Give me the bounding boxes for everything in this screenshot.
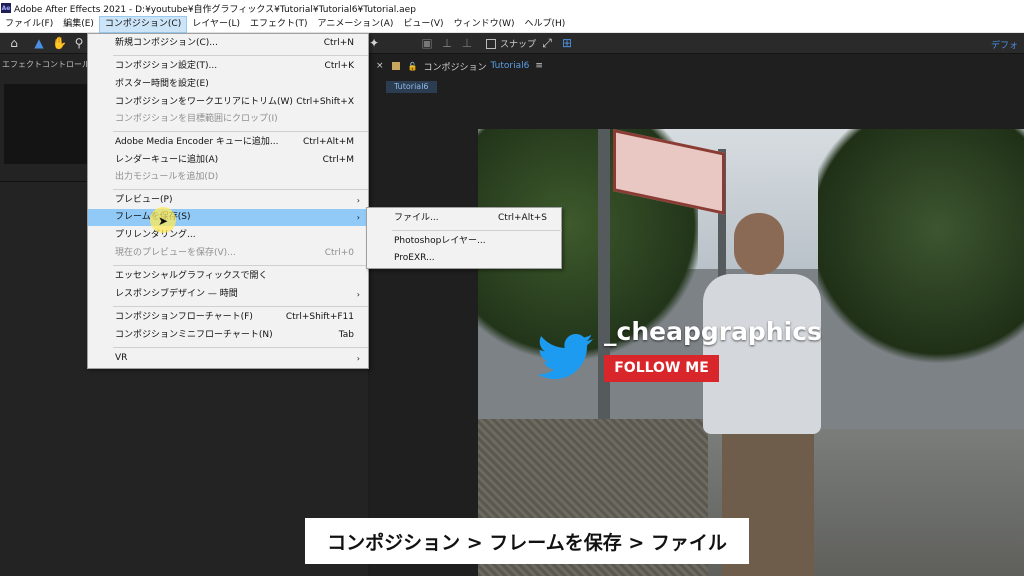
tree-right: [818, 129, 1024, 379]
menu-item-set-poster-time[interactable]: ポスター時間を設定(E): [88, 76, 368, 93]
follow-me-badge: FOLLOW ME: [604, 355, 719, 382]
submenu-arrow-icon: ›: [356, 354, 360, 363]
composition-tab-bar: × 🔓 コンポジション Tutorial6 ≡: [370, 57, 543, 75]
composition-menu: 新規コンポジション(C)... Ctrl+N コンポジション設定(T)... Ctr…: [87, 33, 369, 369]
snap-checkbox[interactable]: [486, 38, 496, 49]
menu-layer[interactable]: レイヤー(L): [187, 16, 245, 33]
menu-item-save-frame[interactable]: フレームを保存(S)›: [88, 209, 368, 226]
home-icon[interactable]: ⌂: [6, 36, 22, 51]
title-bar: Ae Adobe After Effects 2021 - D:¥youtube…: [0, 0, 1024, 16]
menu-item-pre-render[interactable]: プリレンダリング...: [88, 227, 368, 244]
menu-composition[interactable]: コンポジション(C): [98, 15, 188, 33]
menu-separator: [113, 347, 368, 348]
lock-icon[interactable]: 🔓: [408, 62, 418, 71]
panel-menu-icon[interactable]: ≡: [535, 61, 543, 71]
snap-target-icon[interactable]: ⊞: [560, 36, 574, 51]
menu-item-open-in-essential-graphics[interactable]: エッセンシャルグラフィックスで開く: [88, 268, 368, 285]
submenu-arrow-icon: ›: [356, 196, 360, 205]
menu-separator: [392, 230, 562, 231]
selection-tool-icon[interactable]: ▲: [32, 36, 46, 51]
close-tab-icon[interactable]: ×: [376, 61, 384, 71]
align-icon[interactable]: ▣: [420, 36, 434, 51]
submenu-item-proexr[interactable]: ProEXR...: [367, 250, 561, 267]
submenu-item-photoshop-layers[interactable]: Photoshopレイヤー...: [367, 233, 561, 250]
twitter-bird-icon: [538, 334, 593, 380]
menu-item-new-composition[interactable]: 新規コンポジション(C)... Ctrl+N: [88, 35, 368, 52]
hand-tool-icon[interactable]: ✋: [52, 36, 67, 51]
menu-item-composition-settings[interactable]: コンポジション設定(T)... Ctrl+K: [88, 58, 368, 75]
menu-separator: [113, 265, 368, 266]
window-title: Adobe After Effects 2021 - D:¥youtube¥自作…: [14, 4, 416, 15]
menu-separator: [113, 131, 368, 132]
pin-tool-icon[interactable]: ✦: [368, 36, 380, 51]
menu-item-trim-to-work-area[interactable]: コンポジションをワークエリアにトリム(W) Ctrl+Shift+X: [88, 94, 368, 111]
menu-view[interactable]: ビュー(V): [398, 16, 448, 33]
submenu-arrow-icon: ›: [356, 213, 360, 222]
menu-edit[interactable]: 編集(E): [58, 16, 99, 33]
person-shirt: [703, 274, 821, 434]
composition-tab-prefix[interactable]: コンポジション: [424, 60, 487, 73]
composition-viewer[interactable]: _cheapgraphics FOLLOW ME: [478, 129, 1024, 576]
axis-icon[interactable]: ⟂: [440, 36, 454, 51]
menu-file[interactable]: ファイル(F): [0, 16, 58, 33]
menu-separator: [113, 306, 368, 307]
snap-toggle[interactable]: スナップ: [486, 37, 536, 50]
submenu-item-file[interactable]: ファイル... Ctrl+Alt+S: [367, 210, 561, 227]
menu-bar: ファイル(F) 編集(E) コンポジション(C) レイヤー(L) エフェクト(T…: [0, 15, 1024, 33]
menu-item-add-to-media-encoder[interactable]: Adobe Media Encoder キューに追加... Ctrl+Alt+M: [88, 134, 368, 151]
menu-item-preview[interactable]: プレビュー(P) ›: [88, 192, 368, 209]
effect-controls-tab[interactable]: エフェクトコントロール s: [0, 57, 97, 73]
menu-separator: [113, 55, 368, 56]
menu-separator: [113, 189, 368, 190]
menu-help[interactable]: ヘルプ(H): [519, 16, 570, 33]
mouse-cursor-icon: ➤: [158, 214, 169, 228]
comp-sub-tab[interactable]: Tutorial6: [386, 81, 437, 93]
zoom-tool-icon[interactable]: ⚲: [72, 36, 86, 51]
menu-item-crop-to-region[interactable]: コンポジションを目標範囲にクロップ(I): [88, 111, 368, 128]
menu-item-responsive-design-time[interactable]: レスポンシブデザイン — 時間 ›: [88, 286, 368, 303]
twitter-handle: _cheapgraphics: [604, 317, 822, 346]
comp-color-swatch: [391, 62, 400, 70]
axis-mode-icon[interactable]: ⊥: [460, 36, 474, 51]
submenu-arrow-icon: ›: [356, 290, 360, 299]
menu-item-composition-flowchart[interactable]: コンポジションフローチャート(F) Ctrl+Shift+F11: [88, 309, 368, 326]
menu-item-composition-mini-flowchart[interactable]: コンポジションミニフローチャート(N) Tab: [88, 327, 368, 344]
menu-window[interactable]: ウィンドウ(W): [449, 16, 520, 33]
person-head: [734, 213, 784, 275]
menu-item-save-current-preview[interactable]: 現在のプレビューを保存(V)... Ctrl+0: [88, 245, 368, 262]
composition-tab-name[interactable]: Tutorial6: [491, 61, 530, 71]
platform-pole: [598, 129, 610, 429]
menu-item-add-to-render-queue[interactable]: レンダーキューに追加(A) Ctrl+M: [88, 152, 368, 169]
menu-item-add-output-module[interactable]: 出力モジュールを追加(D): [88, 169, 368, 186]
tutorial-caption: コンポジション > フレームを保存 > ファイル: [305, 518, 749, 564]
snap-label: スナップ: [500, 40, 537, 50]
menu-item-vr[interactable]: VR ›: [88, 350, 368, 367]
menu-animation[interactable]: アニメーション(A): [313, 16, 399, 33]
save-frame-submenu: ファイル... Ctrl+Alt+S Photoshopレイヤー... ProEX…: [366, 207, 562, 269]
snap-options-icon[interactable]: ⤢: [540, 36, 554, 51]
menu-effect[interactable]: エフェクト(T): [245, 16, 313, 33]
after-effects-app-icon: Ae: [1, 3, 11, 13]
workspace-default[interactable]: デフォ: [991, 38, 1018, 51]
project-thumbnail: [4, 84, 90, 164]
